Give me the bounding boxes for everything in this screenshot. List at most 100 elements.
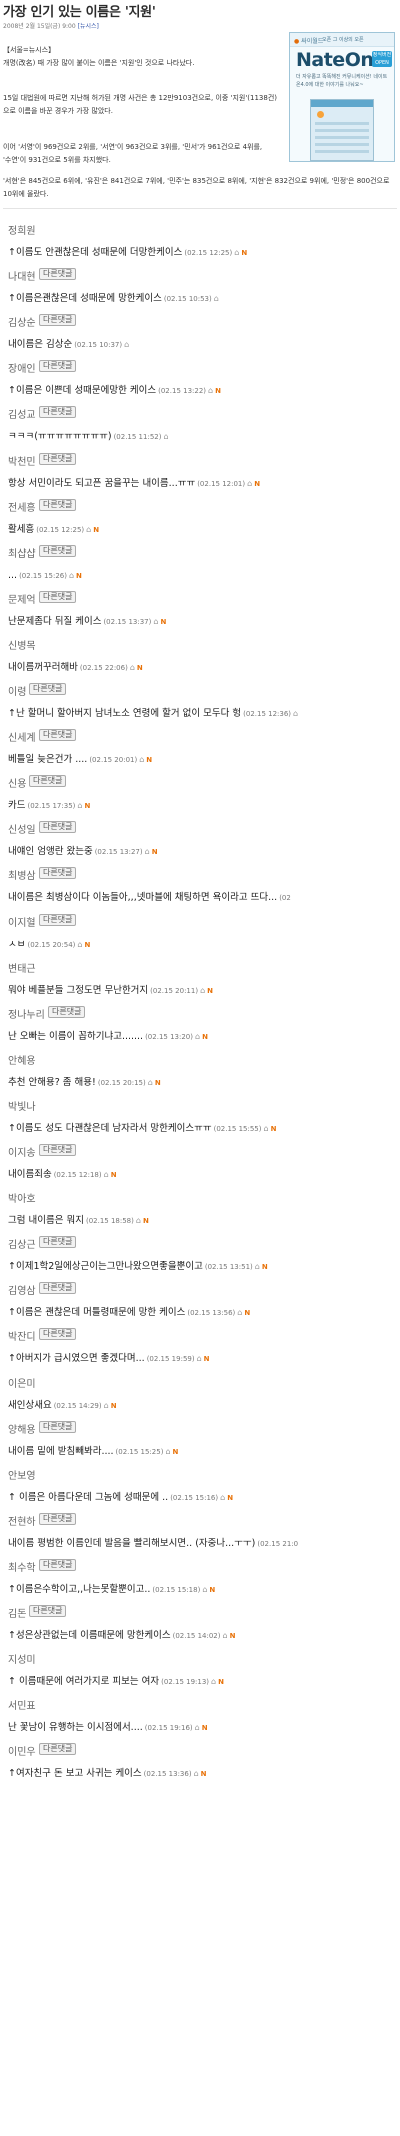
comment-author[interactable]: 이령: [8, 683, 26, 698]
report-icon[interactable]: N: [137, 664, 143, 672]
report-icon[interactable]: N: [215, 387, 221, 395]
report-icon[interactable]: N: [241, 249, 247, 257]
report-icon[interactable]: N: [271, 1125, 277, 1133]
comment-author[interactable]: 정희원: [8, 222, 36, 237]
comment-author[interactable]: 지성미: [8, 1651, 36, 1666]
other-comments-button[interactable]: 다른댓글: [39, 498, 77, 511]
other-comments-button[interactable]: 다른댓글: [29, 775, 67, 788]
lock-icon: ⌂: [247, 478, 253, 488]
comment-author[interactable]: 나대현: [8, 268, 36, 283]
report-icon[interactable]: N: [143, 1217, 149, 1225]
comment-author[interactable]: 김성교: [8, 406, 36, 421]
other-comments-button[interactable]: 다른댓글: [39, 1558, 77, 1571]
comment-author[interactable]: 정나누리: [8, 1006, 45, 1021]
comment-body: ↑이름은괜찮은데 성때문에 망한케이스 (02.15 10:53) ⌂: [8, 286, 219, 305]
comment-author[interactable]: 박빛나: [8, 1098, 36, 1113]
comment-author[interactable]: 안보영: [8, 1467, 36, 1482]
report-icon[interactable]: N: [202, 1033, 208, 1041]
report-icon[interactable]: N: [111, 1171, 117, 1179]
comment-author[interactable]: 이민우: [8, 1743, 36, 1758]
other-comments-button[interactable]: 다른댓글: [39, 406, 77, 419]
report-icon[interactable]: N: [160, 618, 166, 626]
other-comments-button[interactable]: 다른댓글: [39, 360, 77, 373]
comment-author[interactable]: 이지송: [8, 1144, 36, 1159]
other-comments-button[interactable]: 다른댓글: [39, 867, 77, 880]
comment-author[interactable]: 신병목: [8, 637, 36, 652]
other-comments-button[interactable]: 다른댓글: [39, 1743, 77, 1756]
comment-author[interactable]: 이은미: [8, 1375, 36, 1390]
comment-author[interactable]: 전세흥: [8, 499, 36, 514]
report-icon[interactable]: N: [244, 1309, 250, 1317]
comment-author[interactable]: 최수학: [8, 1559, 36, 1574]
lock-icon: ⌂: [153, 616, 159, 626]
other-comments-button[interactable]: 다른댓글: [39, 729, 77, 742]
other-comments-button[interactable]: 다른댓글: [39, 1282, 77, 1295]
report-icon[interactable]: N: [207, 987, 213, 995]
comment-timestamp: (02.15 14:02): [172, 1632, 221, 1640]
report-icon[interactable]: N: [227, 1494, 233, 1502]
other-comments-button[interactable]: 다른댓글: [48, 1005, 86, 1018]
report-icon[interactable]: N: [155, 1079, 161, 1087]
other-comments-button[interactable]: 다른댓글: [39, 1236, 77, 1249]
other-comments-button[interactable]: 다른댓글: [39, 1144, 77, 1156]
report-icon[interactable]: N: [111, 1402, 117, 1410]
nateon-ad-banner[interactable]: ● 싸이월드 오픈 그 이상의 오픈 NateOn 4.0 정식버전 OPEN …: [289, 32, 395, 162]
comment-author[interactable]: 신세계: [8, 729, 36, 744]
ad-header: ● 싸이월드 오픈 그 이상의 오픈: [290, 33, 394, 47]
other-comments-button[interactable]: 다른댓글: [39, 590, 77, 603]
report-icon[interactable]: N: [209, 1586, 215, 1594]
comment-author[interactable]: 신성일: [8, 821, 36, 836]
other-comments-button[interactable]: 다른댓글: [39, 821, 77, 834]
other-comments-button[interactable]: 다른댓글: [39, 544, 77, 557]
report-icon[interactable]: N: [230, 1632, 236, 1640]
report-icon[interactable]: N: [262, 1263, 268, 1271]
report-icon[interactable]: N: [201, 1770, 207, 1778]
report-icon[interactable]: N: [84, 802, 90, 810]
lock-icon: ⌂: [208, 386, 214, 396]
comment-text: ...: [8, 569, 18, 581]
article-source-link[interactable]: [뉴시스]: [78, 23, 99, 30]
comment-body: 카드 (02.15 17:35) ⌂ N: [8, 793, 90, 812]
comment-author[interactable]: 이지혈: [8, 914, 36, 929]
report-icon[interactable]: N: [152, 848, 158, 856]
other-comments-button[interactable]: 다른댓글: [39, 1512, 77, 1525]
comment-author[interactable]: 전현하: [8, 1513, 36, 1528]
comment-author[interactable]: 박천민: [8, 453, 36, 468]
comment-author[interactable]: 변태근: [8, 960, 36, 975]
other-comments-button[interactable]: 다른댓글: [39, 1420, 77, 1433]
comment-author[interactable]: 김상순: [8, 314, 36, 329]
comment-item: 장애인 다른댓글 ↑이름은 이쁜데 성때문에망한 케이스 (02.15 13:22) ⌂…: [0, 360, 400, 404]
report-icon[interactable]: N: [202, 1724, 208, 1732]
report-icon[interactable]: N: [218, 1678, 224, 1686]
comment-body: ㅋㅋㅋ(ㅠㅠㅠㅠㅠㅠㅠㅠ) (02.15 11:52) ⌂: [8, 424, 169, 443]
other-comments-button[interactable]: 다른댓글: [39, 268, 77, 281]
other-comments-button[interactable]: 다른댓글: [39, 913, 77, 926]
report-icon[interactable]: N: [93, 526, 99, 534]
comment-author[interactable]: 김돈: [8, 1605, 26, 1620]
comment-author[interactable]: 김영삼: [8, 1282, 36, 1297]
other-comments-button[interactable]: 다른댓글: [39, 314, 77, 327]
comment-author[interactable]: 김상근: [8, 1236, 36, 1251]
comment-author[interactable]: 최병삼: [8, 867, 36, 882]
comment-author[interactable]: 박잔디: [8, 1328, 36, 1343]
comment-author[interactable]: 문제억: [8, 591, 36, 606]
comment-author[interactable]: 최샵샵: [8, 545, 36, 560]
report-icon[interactable]: N: [84, 941, 90, 949]
report-icon[interactable]: N: [76, 572, 82, 580]
comment-author[interactable]: 양해용: [8, 1421, 36, 1436]
other-comments-button[interactable]: 다른댓글: [29, 1605, 67, 1617]
report-icon[interactable]: N: [173, 1448, 179, 1456]
comment-author[interactable]: 장애인: [8, 360, 36, 375]
other-comments-button[interactable]: 다른댓글: [39, 1328, 77, 1341]
comment-text: 베틀일 늦은건가 ....: [8, 754, 88, 766]
report-icon[interactable]: N: [254, 480, 260, 488]
report-icon[interactable]: N: [146, 756, 152, 764]
comment-timestamp: (02.15 13:56): [187, 1309, 236, 1318]
comment-author[interactable]: 신용: [8, 775, 26, 790]
other-comments-button[interactable]: 다른댓글: [39, 452, 77, 465]
report-icon[interactable]: N: [204, 1355, 210, 1363]
comment-author[interactable]: 서민표: [8, 1697, 36, 1712]
other-comments-button[interactable]: 다른댓글: [29, 683, 67, 695]
comment-author[interactable]: 박아호: [8, 1190, 36, 1205]
comment-author[interactable]: 안혜용: [8, 1052, 36, 1067]
